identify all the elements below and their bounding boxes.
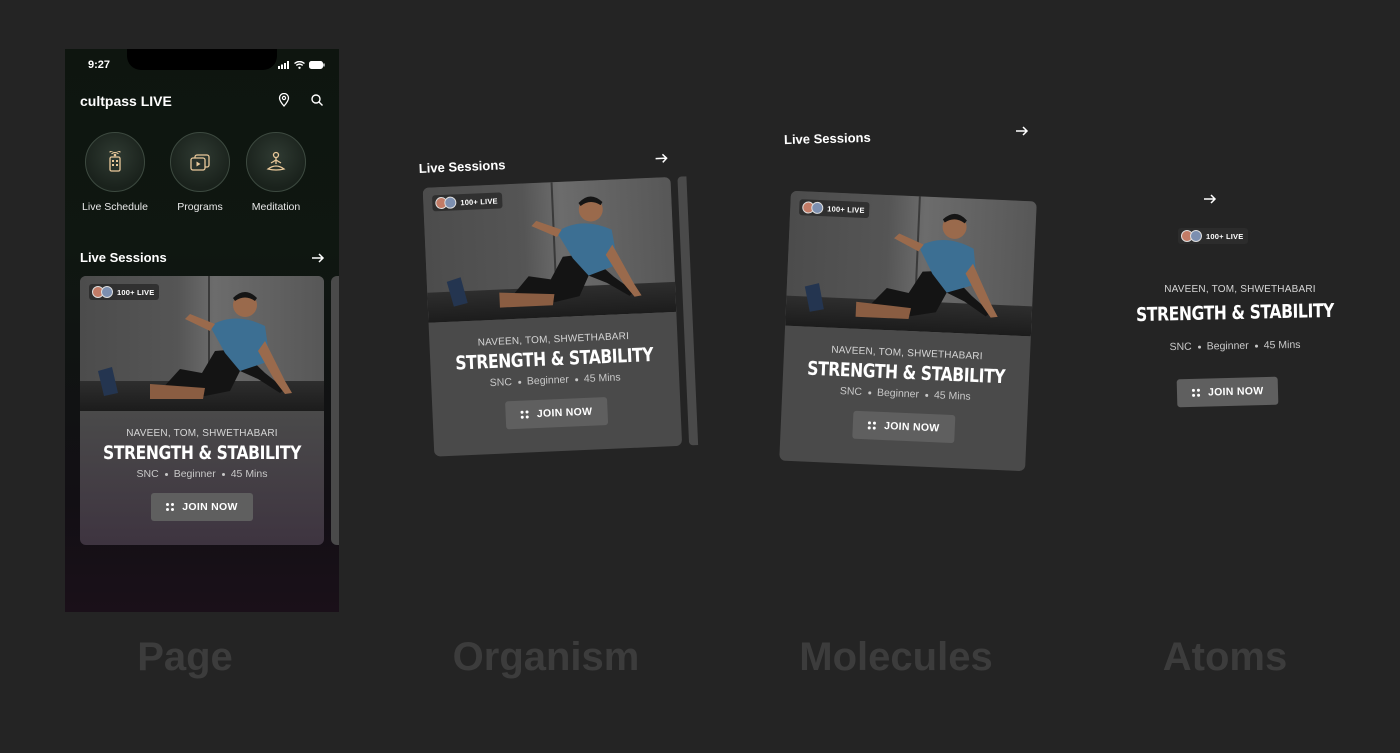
status-time: 9:27 [88, 59, 111, 71]
meta-duration: 45 Mins [583, 371, 621, 385]
category-meditation[interactable]: Meditation [233, 132, 319, 213]
meta-format: SNC [839, 385, 863, 399]
avatar [811, 201, 824, 215]
category-label: Programs [177, 201, 223, 213]
caption-atoms: Atoms [1162, 635, 1288, 679]
join-now-button[interactable]: JOIN NOW [1176, 376, 1279, 408]
meta-format: SNC [136, 468, 159, 480]
live-count: 100+ LIVE [827, 203, 865, 215]
athlete-image [98, 292, 292, 399]
status-icons [278, 61, 325, 69]
caption-organism: Organism [452, 635, 640, 679]
trainer-names: NAVEEN, TOM, SHWETHABARI [126, 428, 278, 439]
next-card-peek[interactable] [677, 176, 699, 446]
grip-icon [166, 503, 175, 511]
category-live-schedule[interactable]: Live Schedule [72, 132, 158, 213]
meta-duration: 45 Mins [933, 389, 971, 403]
avatar [1190, 230, 1202, 242]
trainer-names: NAVEEN, TOM, SHWETHABARI [1164, 284, 1316, 295]
session-card[interactable]: 100+ LIVE NAVEEN, TOM, SHWETHABARI STREN… [80, 276, 324, 545]
section-title: Live Sessions [783, 129, 871, 148]
grip-icon [1191, 388, 1201, 397]
class-title: STRENGTH & STABILITY [103, 442, 301, 464]
join-now-button[interactable]: JOIN NOW [151, 493, 253, 521]
class-title: STRENGTH & STABILITY [806, 357, 1006, 389]
grip-icon [520, 410, 530, 419]
session-image: 100+ LIVE [422, 177, 677, 323]
live-count: 100+ LIVE [460, 196, 498, 207]
category-label: Meditation [251, 201, 301, 213]
meta-level: Beginner [876, 386, 920, 401]
class-meta: SNC Beginner 45 Mins [80, 468, 324, 480]
wifi-icon [294, 61, 305, 69]
class-title: STRENGTH & STABILITY [454, 343, 654, 375]
meta-format: SNC [489, 376, 513, 390]
section-title: Live Sessions [418, 157, 506, 176]
category-programs[interactable]: Programs [157, 132, 243, 213]
meta-format: SNC [1169, 340, 1192, 354]
category-label: Live Schedule [82, 201, 148, 213]
grip-icon [867, 421, 877, 430]
session-image: 100+ LIVE [80, 276, 324, 411]
meta-level: Beginner [526, 373, 570, 388]
caption-molecules: Molecules [799, 635, 993, 679]
athlete-image [804, 213, 998, 320]
session-card[interactable]: 100+ LIVE NAVEEN, TOM, SHWETHABARI STREN… [422, 177, 683, 457]
battery-icon [309, 61, 325, 69]
avatar [101, 286, 113, 298]
live-badge: 100+ LIVE [1178, 228, 1249, 244]
arrow-right-icon[interactable] [1203, 194, 1217, 204]
meta-duration: 45 Mins [1263, 338, 1301, 352]
live-badge: 100+ LIVE [431, 192, 504, 212]
arrow-right-icon[interactable] [654, 153, 668, 164]
meta-level: Beginner [173, 468, 216, 480]
signal-icon [278, 61, 289, 69]
caption-page: Page [137, 635, 233, 679]
arrow-right-icon[interactable] [1015, 126, 1029, 136]
programs-icon [170, 132, 230, 192]
organism-carousel: Live Sessions 100+ LIVE NAVEEN, TOM, SHW [418, 138, 712, 470]
join-label: JOIN NOW [182, 501, 238, 513]
section-title: Live Sessions [80, 250, 167, 265]
phone-screen: 9:27 cultpass LIVE Live Schedule Program… [65, 49, 339, 612]
session-image: 100+ LIVE [785, 190, 1037, 337]
join-label: JOIN NOW [536, 405, 593, 421]
join-label: JOIN NOW [883, 420, 940, 435]
meditation-icon [246, 132, 306, 192]
location-pin-icon[interactable] [277, 93, 291, 107]
live-badge: 100+ LIVE [89, 284, 160, 300]
meta-duration: 45 Mins [230, 468, 268, 480]
join-label: JOIN NOW [1207, 385, 1264, 399]
live-count: 100+ LIVE [117, 287, 155, 297]
next-card-peek[interactable] [331, 276, 339, 545]
arrow-right-icon[interactable] [311, 253, 325, 263]
search-icon[interactable] [310, 93, 324, 107]
app-title: cultpass LIVE [80, 93, 172, 109]
avatar [444, 196, 457, 209]
live-count: 100+ LIVE [1206, 231, 1244, 241]
class-meta: SNC Beginner 45 Mins [1135, 338, 1335, 353]
join-now-button[interactable]: JOIN NOW [852, 410, 956, 444]
live-badge: 100+ LIVE [798, 199, 871, 219]
live-schedule-icon [85, 132, 145, 192]
class-title: STRENGTH & STABILITY [1135, 299, 1335, 327]
join-now-button[interactable]: JOIN NOW [505, 397, 608, 430]
meta-level: Beginner [1206, 339, 1249, 353]
phone-notch [127, 49, 277, 70]
session-card[interactable]: 100+ LIVE NAVEEN, TOM, SHWETHABARI STREN… [779, 190, 1037, 472]
